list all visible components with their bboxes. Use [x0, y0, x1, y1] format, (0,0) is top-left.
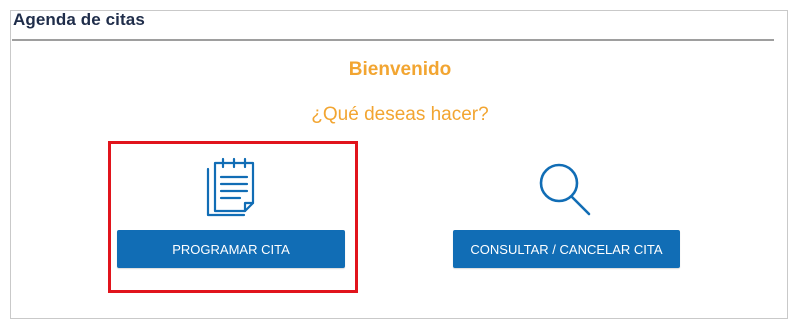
- card-header: Agenda de citas: [12, 9, 774, 41]
- selection-highlight: [108, 141, 358, 293]
- consult-cancel-appointment-button[interactable]: CONSULTAR / CANCELAR CITA: [453, 230, 680, 268]
- search-icon: [539, 163, 591, 216]
- card-title: Agenda de citas: [13, 10, 145, 29]
- action-question: ¿Qué deseas hacer?: [311, 104, 489, 125]
- welcome-title: Bienvenido: [348, 59, 452, 80]
